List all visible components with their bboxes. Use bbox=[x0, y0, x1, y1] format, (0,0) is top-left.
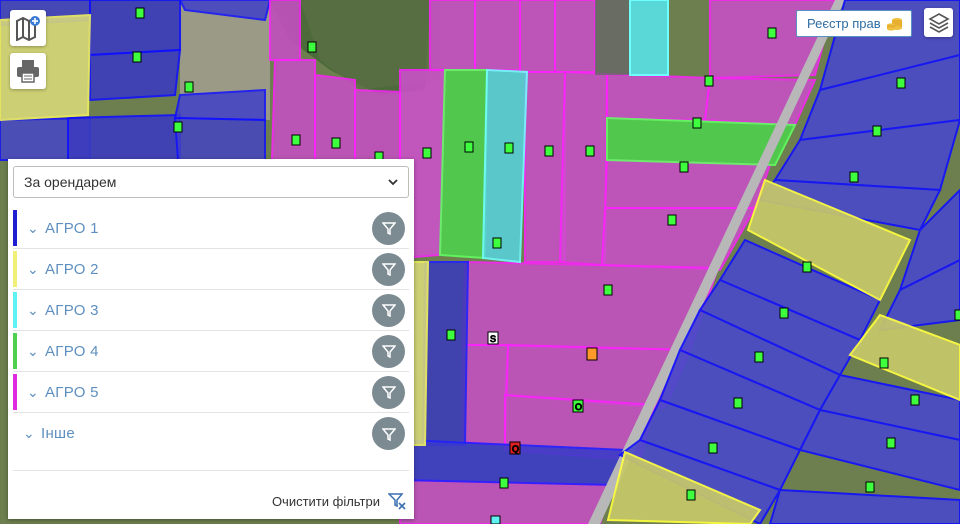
clear-filters-button[interactable]: Очистити фільтри bbox=[272, 492, 406, 510]
group-color-bar bbox=[13, 333, 17, 369]
rights-registry-label: Реєстр прав bbox=[807, 16, 881, 31]
group-label: АГРО 2 bbox=[45, 260, 99, 278]
print-button[interactable] bbox=[10, 53, 46, 89]
filter-button[interactable] bbox=[372, 417, 405, 450]
group-by-selected: За орендарем bbox=[24, 174, 117, 190]
map-plus-icon bbox=[16, 16, 40, 41]
marker-o: O bbox=[575, 402, 582, 412]
parcel-agro1-mid bbox=[421, 261, 470, 446]
group-row-agro5[interactable]: ⌄ АГРО 5 bbox=[13, 372, 409, 413]
chevron-down-icon: ⌄ bbox=[27, 219, 39, 236]
coins-icon bbox=[886, 17, 902, 31]
filter-button[interactable] bbox=[372, 375, 405, 409]
filter-button[interactable] bbox=[372, 293, 405, 327]
group-color-bar bbox=[13, 292, 17, 328]
clear-filters-label: Очистити фільтри bbox=[271, 493, 380, 509]
layers-icon bbox=[927, 12, 950, 33]
group-row-agro2[interactable]: ⌄ АГРО 2 bbox=[13, 249, 409, 290]
rights-registry-button[interactable]: Реєстр прав bbox=[796, 10, 912, 37]
bare-parcel bbox=[595, 0, 632, 75]
group-label: АГРО 4 bbox=[45, 342, 99, 360]
parcel-agro3-b bbox=[481, 68, 529, 264]
parcel-agro2-mid bbox=[411, 261, 430, 446]
group-color-bar bbox=[13, 374, 17, 410]
funnel-icon bbox=[381, 427, 396, 441]
funnel-icon bbox=[381, 386, 396, 399]
tenant-filter-panel: За орендарем ⌄ АГРО 1 ⌄ АГРО 2 ⌄ АГРО 3 … bbox=[8, 159, 414, 519]
parcel-agro4-a bbox=[438, 69, 489, 260]
chevron-down-icon: ⌄ bbox=[27, 260, 39, 277]
group-label: АГРО 5 bbox=[45, 383, 99, 401]
group-label: АГРО 1 bbox=[45, 219, 99, 237]
group-label: Інше bbox=[41, 425, 76, 442]
marker-q: Q bbox=[512, 444, 519, 454]
parcel-agro3-top bbox=[629, 0, 669, 76]
chevron-down-icon bbox=[388, 179, 398, 186]
clear-filter-icon bbox=[388, 493, 406, 510]
add-map-button[interactable] bbox=[10, 10, 46, 46]
layers-button[interactable] bbox=[924, 8, 953, 37]
group-color-bar bbox=[13, 210, 17, 246]
funnel-icon bbox=[381, 345, 396, 358]
group-row-agro3[interactable]: ⌄ АГРО 3 bbox=[13, 290, 409, 331]
marker-s: S bbox=[490, 334, 496, 344]
filter-button[interactable] bbox=[372, 252, 405, 286]
filter-button[interactable] bbox=[372, 211, 405, 245]
chevron-down-icon: ⌄ bbox=[27, 301, 39, 318]
chevron-down-icon: ⌄ bbox=[23, 425, 35, 441]
chevron-down-icon: ⌄ bbox=[27, 342, 39, 359]
printer-icon bbox=[17, 60, 39, 83]
chevron-down-icon: ⌄ bbox=[27, 383, 39, 400]
filter-button[interactable] bbox=[372, 334, 405, 368]
group-label: АГРО 3 bbox=[45, 301, 99, 319]
group-row-agro4[interactable]: ⌄ АГРО 4 bbox=[13, 331, 409, 372]
funnel-icon bbox=[381, 222, 396, 235]
group-by-select[interactable]: За орендарем bbox=[13, 166, 409, 198]
funnel-icon bbox=[381, 263, 396, 276]
group-row-agro1[interactable]: ⌄ АГРО 1 bbox=[13, 208, 409, 249]
group-row-other[interactable]: ⌄ Інше bbox=[13, 413, 409, 454]
group-color-bar bbox=[13, 251, 17, 287]
panel-divider bbox=[13, 470, 409, 471]
funnel-icon bbox=[381, 304, 396, 317]
group-color-bar bbox=[13, 416, 17, 452]
